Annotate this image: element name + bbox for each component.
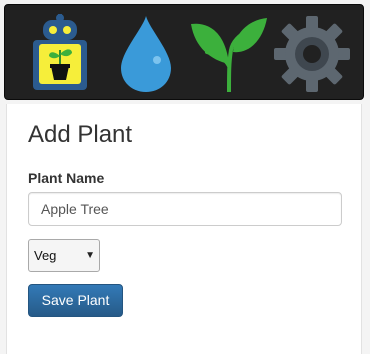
robot-plant-icon[interactable] [31,14,89,92]
gear-icon[interactable] [272,14,352,94]
navbar [4,4,364,100]
app-page: Add Plant Plant Name Veg ▼ Save Plant [0,0,370,354]
add-plant-panel: Add Plant Plant Name Veg ▼ Save Plant [6,104,362,354]
chevron-down-icon: ▼ [85,250,95,261]
sprout-icon[interactable] [189,14,269,92]
page-title: Add Plant [28,121,133,148]
plant-name-label: Plant Name [28,170,105,186]
plant-type-select[interactable]: Veg ▼ [28,239,100,272]
water-drop-icon[interactable] [117,14,175,94]
plant-type-selected-value: Veg [34,248,57,263]
plant-name-input[interactable] [28,192,342,226]
save-plant-button[interactable]: Save Plant [28,284,123,317]
